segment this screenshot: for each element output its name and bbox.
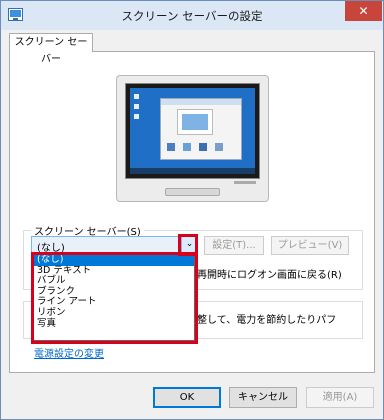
highlight-box-list xyxy=(31,252,198,344)
desktop-preview-image xyxy=(130,88,255,174)
resume-logon-label[interactable]: 再開時にログオン画面に戻る(R) xyxy=(197,266,342,281)
ok-button[interactable]: OK xyxy=(153,387,221,408)
preview-button[interactable]: プレビュー(V) xyxy=(271,236,349,255)
tab-screensaver[interactable]: スクリーン セーバー xyxy=(9,33,93,65)
change-power-settings-link[interactable]: 電源設定の変更 xyxy=(34,345,104,360)
power-description: 整して、電力を節約したりパフ xyxy=(197,315,337,326)
title-bar: スクリーン セーバーの設定 ✕ xyxy=(1,1,383,30)
close-button[interactable]: ✕ xyxy=(345,1,382,21)
monitor-preview xyxy=(116,75,269,202)
apply-button[interactable]: 適用(A) xyxy=(306,387,374,408)
screensaver-settings-window: スクリーン セーバーの設定 ✕ スクリーン セーバー スクリーン セーバー(S)… xyxy=(0,0,384,420)
cancel-button[interactable]: キャンセル xyxy=(229,387,297,408)
window-title: スクリーン セーバーの設定 xyxy=(121,9,263,23)
settings-button[interactable]: 設定(T)... xyxy=(204,236,264,255)
